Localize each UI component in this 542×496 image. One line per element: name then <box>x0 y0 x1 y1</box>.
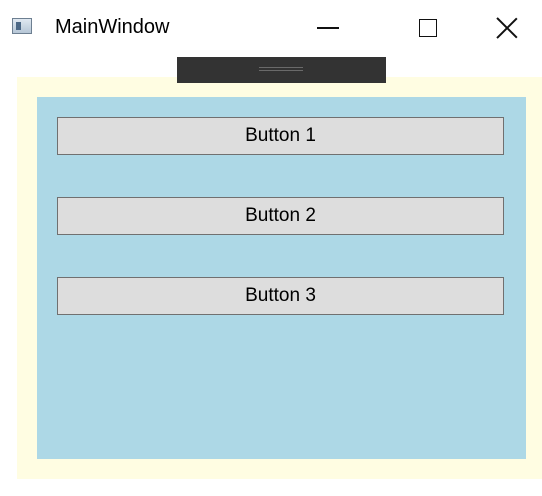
maximize-icon <box>419 19 437 37</box>
button-2[interactable]: Button 2 <box>57 197 504 235</box>
close-button[interactable] <box>472 0 542 56</box>
minimize-icon <box>317 27 339 29</box>
grip-line <box>259 67 303 68</box>
app-window-icon <box>12 18 32 34</box>
grip-line <box>259 70 303 71</box>
client-area: Button 1 Button 2 Button 3 <box>17 77 542 479</box>
minimize-button[interactable] <box>282 0 374 56</box>
drag-grip-handle[interactable] <box>177 57 386 83</box>
button-1[interactable]: Button 1 <box>57 117 504 155</box>
window-title: MainWindow <box>55 16 170 38</box>
main-window: MainWindow Button 1 Button 2 Button 3 <box>0 0 542 496</box>
close-icon <box>496 17 518 39</box>
maximize-button[interactable] <box>382 0 474 56</box>
button-3[interactable]: Button 3 <box>57 277 504 315</box>
title-bar[interactable]: MainWindow <box>0 0 542 56</box>
button-panel: Button 1 Button 2 Button 3 <box>37 97 526 459</box>
